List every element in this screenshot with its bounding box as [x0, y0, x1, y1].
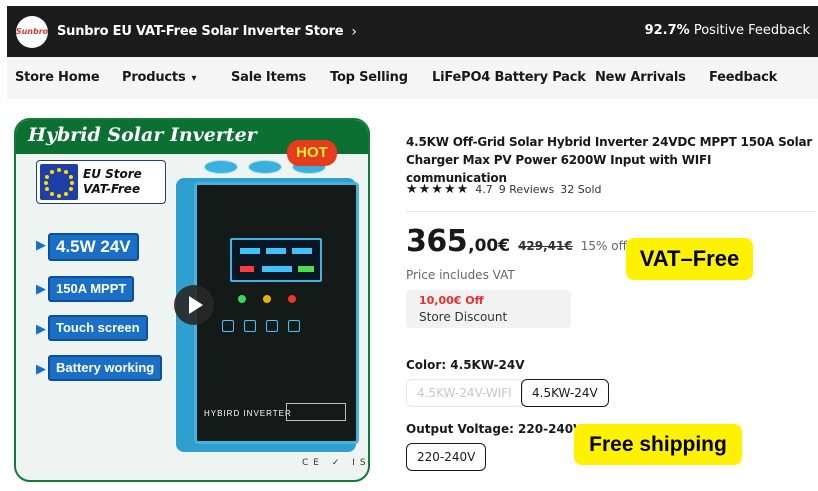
arrow-icon: ▶ [36, 282, 46, 297]
arrow-icon: ▶ [36, 362, 46, 377]
vat-free-badge: VAT–Free [626, 238, 753, 280]
flag-star [70, 181, 74, 185]
store-header: Sunbro Sunbro EU VAT-Free Solar Inverter… [7, 6, 818, 57]
spec-badge-battery-working: Battery working [48, 355, 163, 381]
store-nav: Store Home Products ▾ Sale Items Top Sell… [7, 57, 818, 99]
discount-percent: 15% off [580, 239, 627, 253]
flag-star [64, 170, 68, 174]
status-led [288, 295, 296, 303]
free-shipping-badge: Free shipping [574, 424, 742, 465]
panel-button [266, 320, 278, 332]
rating-value: 4.7 [475, 183, 493, 196]
nav-feedback[interactable]: Feedback [709, 57, 777, 99]
flag-star [69, 175, 73, 179]
flag-star [45, 175, 49, 179]
status-led [263, 295, 271, 303]
panel-button [222, 320, 234, 332]
vat-note: Price includes VAT [406, 268, 515, 282]
lcd-segment [240, 266, 254, 272]
play-video-button[interactable] [174, 285, 214, 325]
inverter-label: HYBIRD INVERTER [204, 409, 292, 418]
flag-star [50, 170, 54, 174]
spec-badge-touch-screen: Touch screen [48, 315, 148, 341]
reviews-link[interactable]: 9 Reviews [499, 183, 554, 196]
lcd-segment [240, 248, 260, 254]
discount-amount: 10,00€ Off [419, 294, 484, 307]
nav-sale-items[interactable]: Sale Items [231, 57, 306, 99]
eu-store-text: EU Store VAT-Free [83, 167, 142, 197]
store-logo[interactable]: Sunbro [16, 15, 48, 48]
arrow-icon: ▶ [36, 322, 46, 337]
flag-star [57, 194, 61, 198]
arrow-icon: ▶ [36, 238, 46, 253]
status-led [238, 295, 246, 303]
price-row: 365 ,00€ 429,41€ 15% off [406, 224, 627, 260]
voltage-label: Output Voltage: 220-240V [406, 422, 583, 436]
rating-row: ★★★★★ 4.7 9 Reviews 32 Sold [406, 182, 602, 197]
inverter-lcd [230, 238, 322, 282]
flag-star [45, 187, 49, 191]
lcd-segment [266, 248, 286, 254]
certification-icons: CE ✓ ISO [302, 458, 370, 468]
flag-star [69, 187, 73, 191]
fan-vent [248, 160, 282, 174]
spec-badge-power: 4.5W 24V [48, 233, 139, 261]
chevron-down-icon: ▾ [191, 73, 197, 84]
spec-badge-mppt: 150A MPPT [48, 276, 135, 302]
nav-new-arrivals[interactable]: New Arrivals [595, 57, 686, 99]
color-label: Color: 4.5KW-24V [406, 358, 525, 372]
flag-star [64, 192, 68, 196]
divider [406, 211, 816, 212]
nav-top-selling[interactable]: Top Selling [330, 57, 408, 99]
feedback-label: Positive Feedback [693, 23, 810, 38]
original-price: 429,41€ [518, 239, 573, 253]
sine-wave-graphic [286, 403, 346, 421]
eu-store-card: EU Store VAT-Free [36, 160, 166, 204]
flag-star [44, 181, 48, 185]
hot-badge: HOT [287, 140, 337, 166]
flag-star [57, 168, 61, 172]
panel-button [288, 320, 300, 332]
lcd-segment [262, 266, 292, 272]
voltage-option-220-240v[interactable]: 220-240V [406, 443, 487, 471]
nav-products-label: Products [122, 70, 186, 85]
nav-store-home[interactable]: Store Home [15, 57, 100, 99]
image-banner-text: Hybrid Solar Inverter [28, 124, 257, 146]
eu-flag-icon [40, 164, 78, 200]
eu-store-line2: VAT-Free [83, 182, 141, 196]
product-title: 4.5KW Off-Grid Solar Hybrid Inverter 24V… [406, 135, 813, 185]
lcd-segment [292, 248, 312, 254]
eu-store-line1: EU Store [83, 167, 142, 181]
panel-button [244, 320, 256, 332]
flag-star [50, 192, 54, 196]
price-whole: 365 [406, 224, 468, 259]
color-option-24v[interactable]: 4.5KW-24V [521, 379, 609, 407]
price-decimal: ,00€ [468, 236, 511, 256]
nav-products[interactable]: Products ▾ [122, 57, 197, 99]
nav-lifepo4-battery-pack[interactable]: LiFePO4 Battery Pack [432, 57, 586, 99]
store-name-link[interactable]: Sunbro EU VAT-Free Solar Inverter Store [57, 24, 344, 39]
store-discount-box[interactable]: 10,00€ Off Store Discount [406, 290, 571, 328]
discount-label: Store Discount [419, 310, 508, 324]
sold-count: 32 Sold [560, 183, 602, 196]
color-option-wifi[interactable]: 4.5KW-24V-WIFI [406, 379, 523, 407]
play-icon [189, 296, 203, 314]
star-rating-icon: ★★★★★ [406, 182, 470, 197]
feedback-percent: 92.7% [644, 23, 690, 38]
fan-vent [204, 160, 238, 174]
chevron-right-icon[interactable]: › [351, 24, 357, 40]
positive-feedback: 92.7% Positive Feedback [645, 23, 810, 38]
lcd-segment [298, 266, 314, 272]
